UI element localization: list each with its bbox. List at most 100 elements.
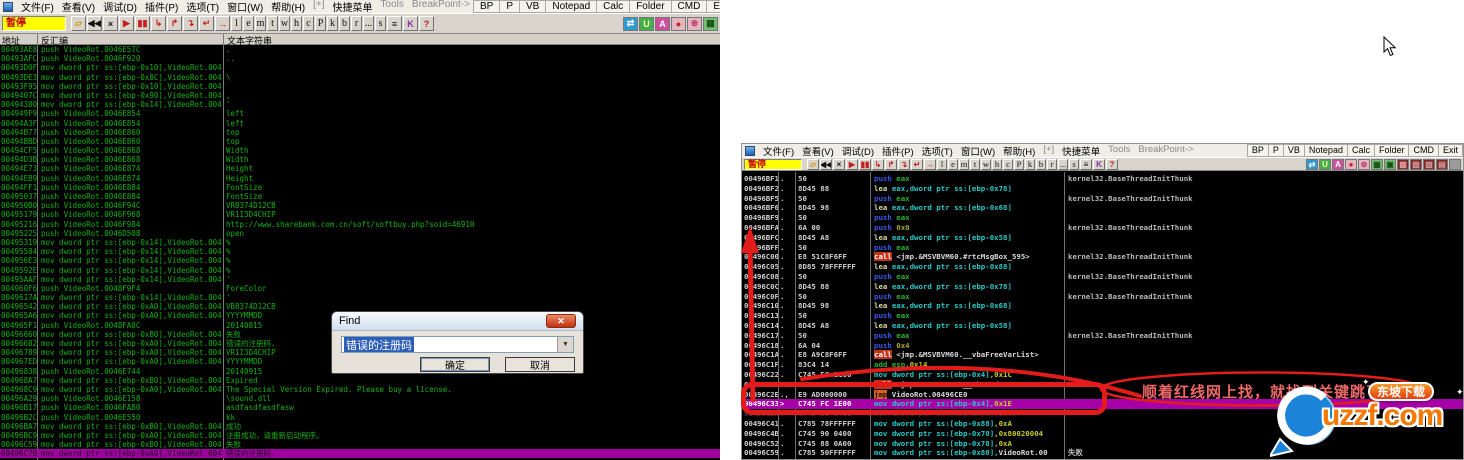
plugin-letter-button[interactable]: t [970,159,980,170]
toolbar-button-icon[interactable]: ↳ [151,16,166,31]
string-table-row[interactable]: 0049407Cmov dword ptr ss:[ebp-0x90],Vide… [0,91,720,100]
disasm-row[interactable]: 00496C33>C745 FC 1E00mov dword ptr ss:[e… [742,399,1463,409]
string-table-row[interactable]: 004949F9push VideoRot.0046E854left [0,109,720,118]
string-table-row[interactable]: 00496BC9mov dword ptr ss:[ebp-0xA0],Vide… [0,431,720,440]
plugin-letter-button[interactable]: ... [1058,159,1068,170]
toolbar-button-icon[interactable]: K [403,16,418,31]
string-table-row[interactable]: 0049592Emov dword ptr ss:[ebp-0x14],Vide… [0,266,720,275]
disasm-row[interactable]: 00496BFC.8D45 A8lea eax,dword ptr ss:[eb… [742,233,1463,243]
toolbar-button-icon[interactable]: ▮▮ [135,16,150,31]
plugin-color-icon[interactable]: ▩ [1397,159,1409,170]
plugin-color-icon[interactable] [1449,159,1461,170]
string-table-row[interactable]: 00496B2Cpush VideoRot.0046E550kk [0,413,720,422]
plugin-letter-button[interactable]: m [255,16,266,31]
find-search-input[interactable]: 错误的注册码 ▼ [341,336,574,353]
string-table-row[interactable]: 00494EB9push VideoRot.0046E874Height [0,174,720,183]
menu-item[interactable]: 插件(P) [878,144,918,157]
menu-item[interactable]: 文件(F) [759,144,798,157]
toolbar-button-icon[interactable]: ↵ [199,16,214,31]
disasm-row[interactable]: 00496BF5.50push eaxkernel32.BaseThreadIn… [742,194,1463,204]
plugin-color-icon[interactable]: ▤ [1436,159,1448,170]
disasm-row[interactable]: 00496C1A.E8 A9C8F6FFcall <jmp.&MSVBVM60.… [742,350,1463,360]
toolbar-button-icon[interactable]: ↴ [183,16,198,31]
menu-item[interactable]: Tools [377,0,408,13]
toolbar-button-icon[interactable]: ? [1106,159,1118,170]
string-table-row[interactable]: 004968A7mov dword ptr ss:[ebp-0xB0],Vide… [0,376,720,385]
disasm-row[interactable]: 00496BFF.50push eax [742,243,1463,253]
string-table-row[interactable]: 00493AFCpush VideoRot.0046F920.. [0,54,720,63]
string-table-row[interactable]: 0049617Amov dword ptr ss:[ebp-0x14],Vide… [0,293,720,302]
close-icon[interactable]: ✕ [546,314,576,328]
toolbar-button-icon[interactable]: × [103,16,118,31]
menu-button[interactable]: BP [473,0,500,13]
find-dialog-titlebar[interactable]: Find ✕ [332,312,583,331]
plugin-letter-button[interactable]: ... [363,16,374,31]
ok-button[interactable]: 确定 [420,357,490,372]
menu-item[interactable]: 窗口(W) [223,0,267,13]
plugin-letter-button[interactable]: e [243,16,254,31]
disasm-row[interactable]: 00496BFA.6A 00push 0x0kernel32.BaseThrea… [742,223,1463,233]
menu-item[interactable]: [+] [1039,144,1058,157]
menu-item[interactable]: 快捷菜单 [1058,144,1104,157]
plugin-color-icon[interactable]: ⊛ [1358,159,1370,170]
string-table-row[interactable]: 004960F6push VideoRot.0048F9F4ForeColor [0,284,720,293]
string-table-row[interactable]: 00494380mov dword ptr ss:[ebp-0x14],Vide… [0,100,720,109]
disasm-row[interactable]: 00496BF1.50push eaxkernel32.BaseThreadIn… [742,174,1463,184]
toolbar-button-icon[interactable]: ◀◀ [87,16,102,31]
menu-button[interactable]: CMD [671,0,708,13]
menu-button[interactable]: Folder [1374,144,1410,157]
disasm-row[interactable]: 00496C52.C745 88 0A00mov dword ptr ss:[e… [742,439,1463,449]
menu-item[interactable]: 调试(D) [838,144,878,157]
string-table-row[interactable]: 00495584mov dword ptr ss:[ebp-0x14],Vide… [0,247,720,256]
string-table-row[interactable]: 00496C7Bmov dword ptr ss:[ebp-0xA0],Vide… [0,449,720,458]
string-table-row[interactable]: 00495179push VideoRot.0046F968VR1I3D4CHI… [0,210,720,219]
menu-item[interactable]: 窗口(W) [957,144,999,157]
string-table-row[interactable]: 00493D0Fmov dword ptr ss:[ebp-0x10],Vide… [0,63,720,72]
string-table-row[interactable]: 00495216push VideoRot.0046F984http://www… [0,220,720,229]
string-table-row[interactable]: 00493F95mov dword ptr ss:[ebp-0x10],Vide… [0,82,720,91]
string-table-row[interactable]: 00495AAFmov dword ptr ss:[ebp-0x14],Vide… [0,275,720,284]
plugin-letter-button[interactable]: e [948,159,958,170]
menu-button[interactable]: Calc [1347,144,1375,157]
menu-item[interactable]: 选项(T) [918,144,957,157]
disasm-row[interactable]: 00496C10.8D45 98lea eax,dword ptr ss:[eb… [742,301,1463,311]
toolbar-button-icon[interactable]: → [215,16,230,31]
plugin-letter-button[interactable]: b [1036,159,1046,170]
disasm-row[interactable]: 00496C59.C785 50FFFFFFmov dword ptr ss:[… [742,448,1463,458]
plugin-color-icon[interactable]: ⇄ [1306,159,1318,170]
string-table-row[interactable]: 00496BA7mov dword ptr ss:[ebp-0xB0],Vide… [0,422,720,431]
plugin-color-icon[interactable]: U [1319,159,1331,170]
disasm-row[interactable]: 00496C13.50push eax [742,311,1463,321]
plugin-letter-button[interactable]: b [339,16,350,31]
disasm-row[interactable]: 00496C41.C785 78FFFFFFmov dword ptr ss:[… [742,419,1463,429]
disasm-row[interactable]: 00496C1F.83C4 14add esp,0x14 [742,360,1463,370]
toolbar-button-icon[interactable]: K [1093,159,1105,170]
plugin-letter-button[interactable]: P [1014,159,1024,170]
plugin-letter-button[interactable]: r [351,16,362,31]
menu-item[interactable]: 文件(F) [17,0,58,13]
plugin-letter-button[interactable]: h [291,16,302,31]
string-table-row[interactable]: 00494B77push VideoRot.0046E860top [0,128,720,137]
menu-item[interactable]: 选项(T) [182,0,223,13]
plugin-color-icon[interactable]: U [639,17,654,31]
string-table-row[interactable]: 00493DE3mov dword ptr ss:[ebp-0x8C],Vide… [0,73,720,82]
plugin-letter-button[interactable]: w [981,159,991,170]
plugin-letter-button[interactable]: s [375,16,386,31]
plugin-letter-button[interactable]: k [327,16,338,31]
menu-button[interactable]: Notepad [545,0,597,13]
menu-item[interactable]: BreakPoint-> [408,0,474,13]
menu-button[interactable]: BP [1247,144,1269,157]
string-table-row[interactable]: 004956E3mov dword ptr ss:[ebp-0x14],Vide… [0,256,720,265]
cancel-button[interactable]: 取消 [505,357,575,372]
plugin-letter-button[interactable]: h [992,159,1002,170]
disasm-row[interactable]: 00496C14.8D45 A8lea eax,dword ptr ss:[eb… [742,321,1463,331]
string-table-row[interactable]: 00496B17push VideoRot.0046FAB0asdfasdfas… [0,403,720,412]
plugin-letter-button[interactable]: c [303,16,314,31]
menu-button[interactable]: Folder [629,0,671,13]
string-table-row[interactable]: 00494FF1push VideoRot.0046E884FontSize [0,183,720,192]
menu-item[interactable]: 插件(P) [141,0,182,13]
toolbar-button-icon[interactable]: ◀◀ [820,159,832,170]
plugin-letter-button[interactable]: P [315,16,326,31]
string-table-row[interactable]: 004950B0push VideoRot.0046F94CVR8374D12C… [0,201,720,210]
string-table-row[interactable]: 00494A3Fpush VideoRot.0046E854left [0,119,720,128]
